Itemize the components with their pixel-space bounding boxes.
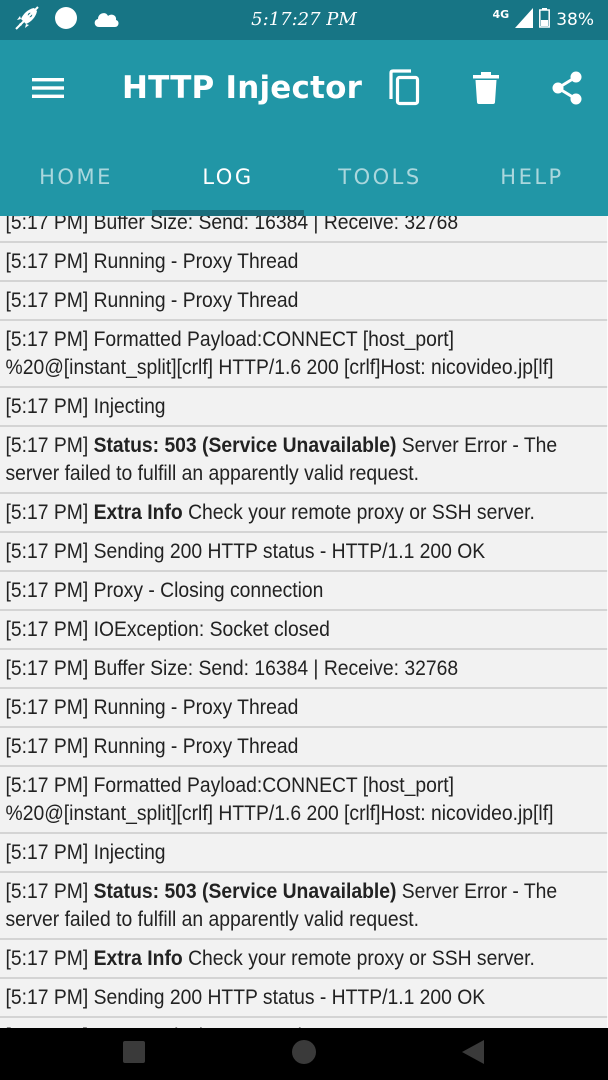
log-timestamp: [5:17 PM]	[5, 216, 89, 234]
tab-log[interactable]: LOG	[152, 138, 304, 216]
log-entry: [5:17 PM] Injecting	[0, 388, 608, 427]
log-timestamp: [5:17 PM]	[5, 289, 89, 312]
log-entry: [5:17 PM] Extra Info Check your remote p…	[0, 940, 608, 979]
log-message: Injecting	[93, 395, 166, 418]
log-message: Buffer Size: Send: 16384 | Receive: 3276…	[93, 657, 459, 680]
log-message: IOException: Socket closed	[93, 618, 330, 641]
log-entry: [5:17 PM] Running - Proxy Thread	[0, 728, 608, 767]
log-entry: [5:17 PM] Status: 503 (Service Unavailab…	[0, 427, 608, 494]
log-timestamp: [5:17 PM]	[5, 947, 89, 970]
signal-icon	[515, 7, 534, 33]
log-timestamp: [5:17 PM]	[5, 986, 89, 1009]
log-entry: [5:17 PM] Sending 200 HTTP status - HTTP…	[0, 533, 608, 572]
tab-bar: HOME LOG TOOLS HELP	[0, 138, 608, 216]
log-message: Buffer Size: Send: 16384 | Receive: 3276…	[93, 216, 459, 234]
log-entry: [5:17 PM] Proxy - Closing connection	[0, 572, 608, 611]
network-type: 4G	[492, 7, 510, 21]
battery-icon	[539, 7, 551, 33]
log-timestamp: [5:17 PM]	[5, 328, 89, 351]
log-message: Sending 200 HTTP status - HTTP/1.1 200 O…	[93, 986, 486, 1009]
status-icons-right: 4G 38%	[493, 4, 594, 36]
log-entry: [5:17 PM] Formatted Payload:CONNECT [hos…	[0, 767, 608, 834]
log-timestamp: [5:17 PM]	[5, 880, 89, 903]
log-highlight: Extra Info	[93, 947, 183, 970]
log-timestamp: [5:17 PM]	[5, 774, 89, 797]
log-message: Running - Proxy Thread	[93, 735, 299, 758]
log-entry: [5:17 PM] Injecting	[0, 834, 608, 873]
log-entry: [5:17 PM] Buffer Size: Send: 16384 | Rec…	[0, 216, 608, 243]
log-timestamp: [5:17 PM]	[5, 696, 89, 719]
log-timestamp: [5:17 PM]	[5, 841, 89, 864]
tab-home[interactable]: HOME	[0, 138, 152, 216]
log-entry: [5:17 PM] Running - Proxy Thread	[0, 243, 608, 282]
copy-button[interactable]	[380, 66, 428, 114]
log-timestamp: [5:17 PM]	[5, 434, 89, 457]
log-entry: [5:17 PM] Sending 200 HTTP status - HTTP…	[0, 979, 608, 1018]
log-timestamp: [5:17 PM]	[5, 579, 89, 602]
tab-tools[interactable]: TOOLS	[304, 138, 456, 216]
battery-percent: 38%	[556, 10, 594, 30]
log-list-content: [5:17 PM] Buffer Size: Send: 16384 | Rec…	[0, 216, 608, 1028]
log-message: Injecting	[93, 841, 166, 864]
app-title: HTTP Injector	[122, 70, 363, 106]
log-message: Formatted Payload:CONNECT [host_port] %2…	[5, 774, 554, 825]
log-message: Formatted Payload:CONNECT [host_port] %2…	[5, 328, 554, 379]
delete-button[interactable]	[462, 66, 510, 114]
share-icon	[550, 71, 584, 109]
log-highlight: Extra Info	[93, 501, 183, 524]
log-entry: [5:17 PM] Extra Info Check your remote p…	[0, 494, 608, 533]
back-button[interactable]	[458, 1040, 486, 1068]
log-entry: [5:17 PM] Buffer Size: Send: 16384 | Rec…	[0, 650, 608, 689]
recents-button[interactable]	[120, 1040, 148, 1068]
log-entry: [5:17 PM] Running - Proxy Thread	[0, 282, 608, 321]
log-highlight: Status: 503 (Service Unavailable)	[93, 434, 397, 457]
log-message: Running - Proxy Thread	[93, 696, 299, 719]
log-message: Running - Proxy Thread	[93, 289, 299, 312]
log-entry: [5:17 PM] Running - Proxy Thread	[0, 689, 608, 728]
log-timestamp: [5:17 PM]	[5, 657, 89, 680]
log-timestamp: [5:17 PM]	[5, 540, 89, 563]
log-timestamp: [5:17 PM]	[5, 501, 89, 524]
log-list[interactable]: [5:17 PM] Buffer Size: Send: 16384 | Rec…	[0, 216, 608, 1028]
app-bar: HTTP Injector	[0, 40, 608, 138]
status-bar: 5:17:27 PM 4G 38%	[0, 0, 608, 40]
navigation-bar	[0, 1028, 608, 1080]
log-message: Check your remote proxy or SSH server.	[188, 501, 535, 524]
recents-square-icon	[122, 1040, 146, 1068]
log-entry: [5:17 PM] Proxy - Closing connection	[0, 1018, 608, 1028]
log-timestamp: [5:17 PM]	[5, 250, 89, 273]
home-button[interactable]	[290, 1040, 318, 1068]
log-message: Proxy - Closing connection	[93, 579, 324, 602]
log-timestamp: [5:17 PM]	[5, 618, 89, 641]
tab-help[interactable]: HELP	[456, 138, 608, 216]
home-circle-icon	[291, 1039, 317, 1069]
menu-button[interactable]	[26, 68, 70, 112]
log-timestamp: [5:17 PM]	[5, 395, 89, 418]
copy-icon	[387, 69, 421, 111]
share-button[interactable]	[543, 66, 591, 114]
log-message: Check your remote proxy or SSH server.	[188, 947, 535, 970]
log-message: Sending 200 HTTP status - HTTP/1.1 200 O…	[93, 540, 486, 563]
back-triangle-icon	[459, 1039, 485, 1069]
delete-icon	[473, 72, 499, 108]
log-timestamp: [5:17 PM]	[5, 735, 89, 758]
log-entry: [5:17 PM] Formatted Payload:CONNECT [hos…	[0, 321, 608, 388]
log-highlight: Status: 503 (Service Unavailable)	[93, 880, 397, 903]
log-entry: [5:17 PM] IOException: Socket closed	[0, 611, 608, 650]
hamburger-menu-icon	[32, 76, 64, 104]
log-entry: [5:17 PM] Status: 503 (Service Unavailab…	[0, 873, 608, 940]
log-message: Running - Proxy Thread	[93, 250, 299, 273]
